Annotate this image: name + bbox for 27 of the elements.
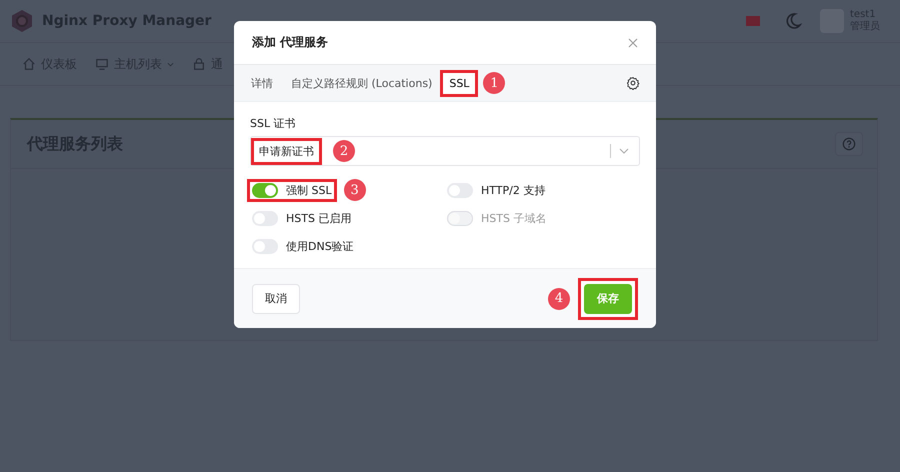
lock-icon [192, 57, 206, 71]
settings-icon[interactable] [626, 76, 640, 90]
tab[interactable]: 自定义路径规则 (Locations) [290, 72, 434, 94]
callout-badge: 2 [333, 140, 355, 162]
callout-badge: 3 [344, 179, 366, 201]
caret-icon [167, 62, 174, 66]
help-button[interactable] [835, 132, 863, 156]
callout-badge: 4 [548, 288, 570, 310]
switch[interactable] [252, 182, 278, 198]
toggle-switch[interactable]: HTTP/2 支持 [445, 182, 548, 198]
home-icon [22, 57, 36, 71]
field-label: SSL 证书 [250, 116, 297, 131]
toggle-switch[interactable]: 使用DNS验证 [250, 238, 356, 254]
chevron-down-icon [619, 148, 629, 154]
tab[interactable]: 详情 [250, 72, 274, 94]
dialog-title: 添加 代理服务 [252, 34, 328, 51]
close-icon[interactable] [628, 38, 638, 48]
certificate-select[interactable]: 申请新证书 2 [250, 136, 640, 166]
tab[interactable]: SSL [443, 72, 476, 94]
monitor-icon [95, 57, 109, 71]
toggle-switch[interactable]: HSTS 已启用 [250, 210, 354, 226]
callout-badge: 1 [483, 72, 506, 94]
toggle-switch[interactable]: 强制 SSL [250, 182, 334, 198]
help-icon [842, 137, 856, 151]
language-flag-icon[interactable] [746, 16, 760, 26]
cancel-button[interactable]: 取消 [252, 284, 300, 314]
logo-icon [10, 9, 34, 33]
